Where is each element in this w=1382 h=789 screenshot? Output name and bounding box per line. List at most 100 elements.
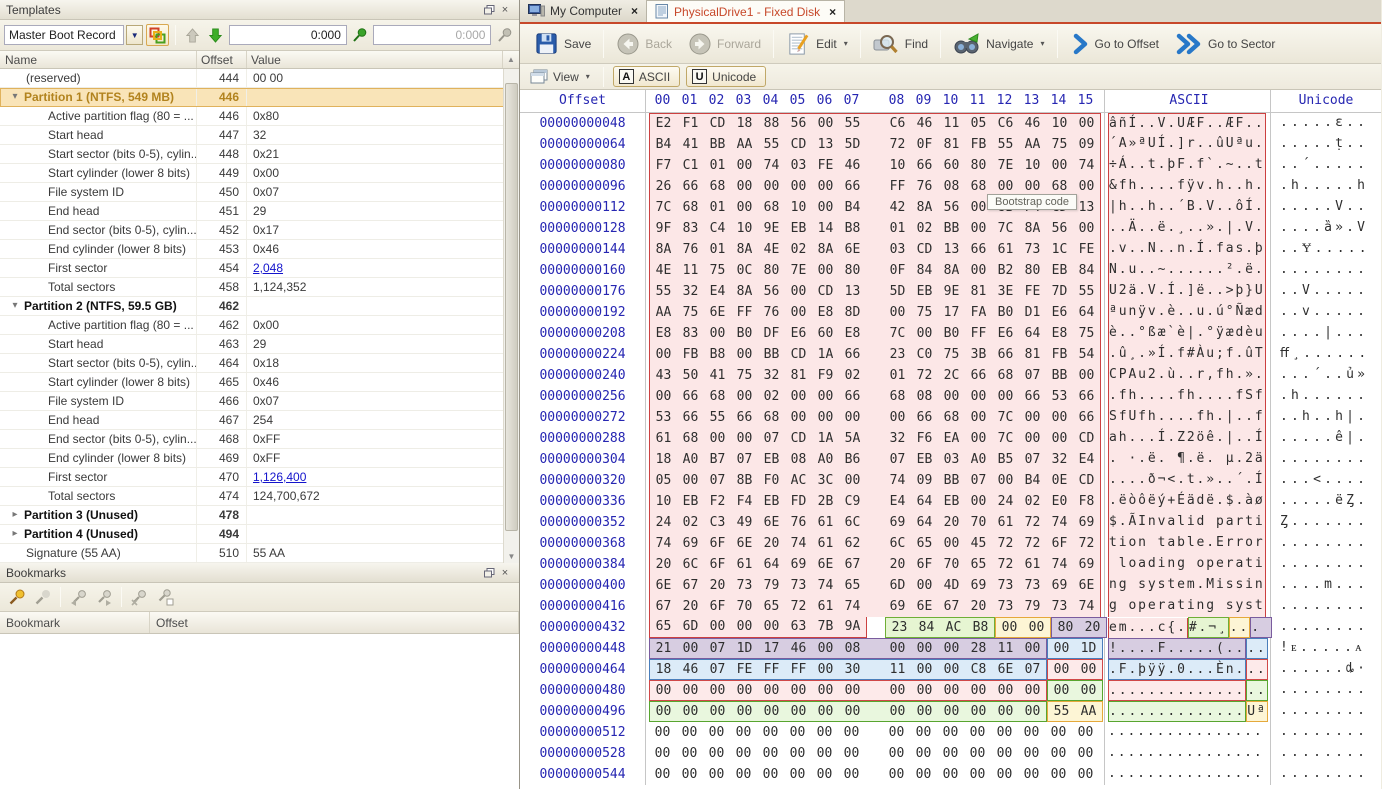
hex-byte[interactable]: 00 <box>937 723 964 743</box>
hex-byte[interactable]: 00 <box>812 387 839 407</box>
hex-byte[interactable]: CD <box>704 114 731 134</box>
hex-byte[interactable]: 6E <box>731 534 758 554</box>
template-row[interactable]: End sector (bits 0-5), cylin...4520x17 <box>0 221 519 240</box>
hex-byte[interactable]: 02 <box>677 513 704 533</box>
template-row[interactable]: File system ID4500x07 <box>0 183 519 202</box>
hex-byte[interactable]: 7C <box>992 219 1019 239</box>
hex-byte[interactable]: E0 <box>1046 492 1073 512</box>
hex-byte[interactable]: 00 <box>677 702 704 722</box>
ascii-toggle[interactable]: A ASCII <box>613 66 680 87</box>
hex-byte[interactable]: 30 <box>839 660 866 680</box>
hex-byte[interactable]: 10 <box>731 219 758 239</box>
hex-byte[interactable]: 6E <box>911 597 938 617</box>
hex-byte[interactable]: 73 <box>992 576 1019 596</box>
edit-dropdown-icon[interactable]: ▾ <box>844 39 848 48</box>
hex-byte[interactable]: 00 <box>1046 408 1073 428</box>
hex-byte[interactable]: E6 <box>992 324 1019 344</box>
hex-byte[interactable]: 67 <box>839 555 866 575</box>
hex-byte[interactable]: 0F <box>884 261 911 281</box>
hex-byte[interactable]: 41 <box>704 366 731 386</box>
hex-byte[interactable]: 00 <box>996 618 1023 638</box>
hex-byte[interactable]: 00 <box>938 702 965 722</box>
hex-byte[interactable]: 32 <box>1046 450 1073 470</box>
unicode-text[interactable]: ........ <box>1271 680 1381 701</box>
hex-byte[interactable]: 80 <box>965 156 992 176</box>
hex-byte[interactable]: 69 <box>1046 576 1073 596</box>
hex-byte[interactable]: 73 <box>1019 240 1046 260</box>
hex-byte[interactable]: B8 <box>839 219 866 239</box>
navigate-button[interactable]: Navigate ▾ <box>945 28 1052 60</box>
hex-byte[interactable]: 00 <box>965 261 992 281</box>
hex-byte[interactable]: EB <box>758 492 785 512</box>
hex-byte[interactable]: FE <box>812 156 839 176</box>
previous-bookmark-button[interactable] <box>66 586 90 608</box>
unicode-text[interactable]: ....m... <box>1271 575 1381 596</box>
hex-byte[interactable]: C1 <box>677 156 704 176</box>
hex-byte[interactable]: 00 <box>731 681 758 701</box>
hex-byte[interactable]: 7E <box>992 156 1019 176</box>
tab-physicaldrive1[interactable]: PhysicalDrive1 - Fixed Disk × <box>647 0 845 22</box>
hex-byte[interactable]: 66 <box>839 345 866 365</box>
hex-byte[interactable]: CD <box>812 282 839 302</box>
hex-byte[interactable]: 00 <box>965 681 992 701</box>
hex-byte[interactable]: 72 <box>1019 534 1046 554</box>
hex-byte[interactable]: 74 <box>1073 597 1100 617</box>
scrollbar-thumb[interactable] <box>505 83 518 531</box>
hex-byte[interactable]: 64 <box>758 555 785 575</box>
template-selector[interactable]: Master Boot Record <box>4 25 124 45</box>
hex-byte[interactable]: 00 <box>884 408 911 428</box>
hex-byte[interactable]: 00 <box>730 744 757 764</box>
ascii-text[interactable]: ................ <box>1108 743 1264 764</box>
hex-byte[interactable]: C9 <box>839 492 866 512</box>
hex-byte[interactable]: 00 <box>1019 408 1046 428</box>
hex-byte[interactable]: 65 <box>911 534 938 554</box>
hex-byte[interactable]: 10 <box>1019 156 1046 176</box>
hex-byte[interactable]: 00 <box>992 681 1019 701</box>
hex-byte[interactable]: 74 <box>839 597 866 617</box>
pin-active-icon[interactable] <box>350 24 371 46</box>
hex-byte[interactable]: 66 <box>992 345 1019 365</box>
template-row[interactable]: ▾Partition 2 (NTFS, 59.5 GB)462 <box>0 297 519 316</box>
hex-byte[interactable]: 7E <box>785 261 812 281</box>
hex-byte[interactable]: 74 <box>1046 513 1073 533</box>
hex-byte[interactable]: B0 <box>992 303 1019 323</box>
hex-byte[interactable]: 68 <box>677 198 704 218</box>
hex-byte[interactable]: 55 <box>650 282 677 302</box>
view-button[interactable]: View ▾ <box>526 67 594 87</box>
hex-byte[interactable]: 01 <box>704 156 731 176</box>
hex-byte[interactable]: F6 <box>911 429 938 449</box>
hex-byte[interactable]: 00 <box>839 702 866 722</box>
hex-byte[interactable]: 55 <box>839 114 866 134</box>
hex-byte[interactable]: 7B <box>812 617 839 637</box>
hex-byte[interactable]: 00 <box>785 177 812 197</box>
hex-byte[interactable]: E4 <box>884 492 911 512</box>
hex-byte[interactable]: 75 <box>911 303 938 323</box>
hex-byte[interactable]: 11 <box>938 114 965 134</box>
hex-byte[interactable]: 83 <box>677 219 704 239</box>
hex-byte[interactable]: 64 <box>911 513 938 533</box>
hex-byte[interactable]: 74 <box>884 471 911 491</box>
ascii-text[interactable]: ªunÿv.è..u.ú°Ñæd <box>1108 302 1266 323</box>
hex-byte[interactable]: E4 <box>1073 450 1100 470</box>
hex-byte[interactable]: 13 <box>938 240 965 260</box>
back-button[interactable]: Back <box>608 28 680 60</box>
hex-byte[interactable]: BB <box>704 135 731 155</box>
hex-byte[interactable]: 05 <box>650 471 677 491</box>
hex-byte[interactable]: 00 <box>1048 681 1075 701</box>
hex-byte[interactable]: 00 <box>704 702 731 722</box>
hex-byte[interactable]: EB <box>911 282 938 302</box>
template-row[interactable]: Start cylinder (lower 8 bits)4490x00 <box>0 164 519 183</box>
hex-byte[interactable]: 65 <box>839 576 866 596</box>
hex-byte[interactable]: E6 <box>1046 303 1073 323</box>
hex-byte[interactable]: 00 <box>758 681 785 701</box>
hex-byte[interactable]: 00 <box>965 219 992 239</box>
hex-byte[interactable]: 74 <box>1046 555 1073 575</box>
hex-byte[interactable]: 00 <box>884 639 911 659</box>
hex-byte[interactable]: EB <box>1046 261 1073 281</box>
hex-byte[interactable]: 66 <box>731 408 758 428</box>
hex-byte[interactable]: 00 <box>812 702 839 722</box>
hex-byte[interactable]: 00 <box>1073 366 1100 386</box>
hex-byte[interactable]: 00 <box>992 702 1019 722</box>
hex-byte[interactable]: 20 <box>677 597 704 617</box>
unicode-text[interactable]: ...´..ủ» <box>1271 365 1381 386</box>
